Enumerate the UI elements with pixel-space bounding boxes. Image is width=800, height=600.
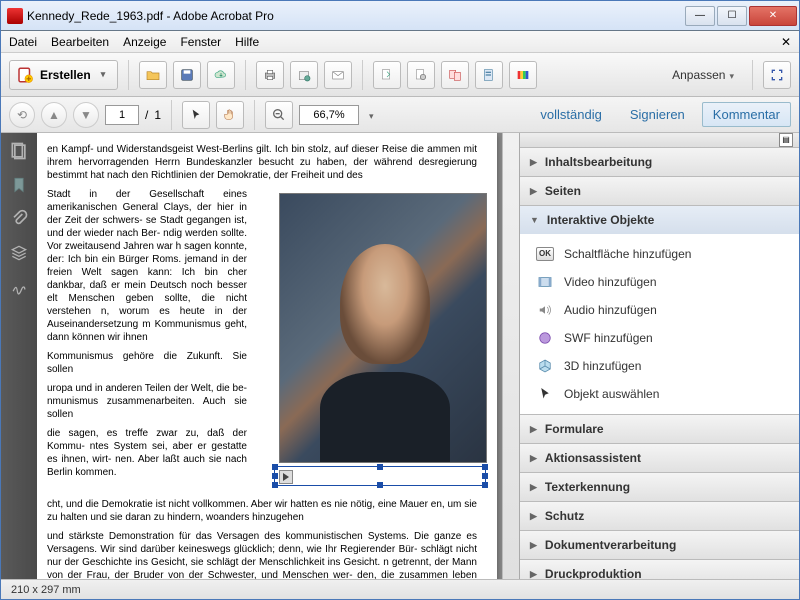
edit-pdf-button[interactable]: [407, 61, 435, 89]
minimize-button[interactable]: —: [685, 6, 715, 26]
select-object-item[interactable]: Objekt auswählen: [520, 380, 799, 408]
page-total: 1: [154, 108, 161, 122]
document-area[interactable]: en Kampf- und Widerstandsgeist West-Berl…: [37, 133, 519, 579]
window-title: Kennedy_Rede_1963.pdf - Adobe Acrobat Pr…: [27, 9, 685, 23]
panel-action-wizard[interactable]: ▶Aktionsassistent: [520, 444, 799, 472]
add-audio-item[interactable]: Audio hinzufügen: [520, 296, 799, 324]
nav-pane: [1, 133, 37, 579]
prev-view-button[interactable]: ⟲: [9, 102, 35, 128]
thumbnails-icon[interactable]: [9, 141, 29, 161]
pdf-page: en Kampf- und Widerstandsgeist West-Berl…: [37, 133, 497, 579]
close-button[interactable]: ✕: [749, 6, 797, 26]
maximize-button[interactable]: ☐: [717, 6, 747, 26]
export-button[interactable]: [373, 61, 401, 89]
save-button[interactable]: [173, 61, 201, 89]
bookmarks-icon[interactable]: [9, 175, 29, 195]
full-link[interactable]: vollständig: [529, 102, 612, 127]
cloud-button[interactable]: [207, 61, 235, 89]
fit-dropdown[interactable]: Anpassen: [672, 68, 734, 82]
paragraph: Kommunismus gehöre die Zukunft. Sie soll…: [47, 350, 247, 376]
vertical-scrollbar[interactable]: [502, 133, 519, 579]
multimedia-button[interactable]: [509, 61, 537, 89]
attachments-icon[interactable]: [9, 209, 29, 229]
main-toolbar: Erstellen Anpassen: [1, 53, 799, 97]
embedded-image: [279, 193, 487, 463]
select-tool-button[interactable]: [182, 101, 210, 129]
paragraph: Stadt in der Gesellschaft eines amerikan…: [47, 188, 247, 344]
pane-options-icon[interactable]: ▤: [779, 133, 793, 147]
panel-interactive-objects[interactable]: ▼Interaktive Objekte: [520, 206, 799, 234]
play-icon[interactable]: [279, 470, 293, 484]
panel-content-editing[interactable]: ▶Inhaltsbearbeitung: [520, 148, 799, 176]
panel-forms[interactable]: ▶Formulare: [520, 415, 799, 443]
add-video-item[interactable]: Video hinzufügen: [520, 268, 799, 296]
create-button[interactable]: Erstellen: [9, 60, 118, 90]
menu-view[interactable]: Anzeige: [123, 35, 166, 49]
paragraph: cht, und die Demokratie ist nicht vollko…: [47, 498, 477, 524]
open-button[interactable]: [139, 61, 167, 89]
sign-link[interactable]: Signieren: [619, 102, 696, 127]
cube-icon: [536, 357, 554, 375]
page-sep: /: [145, 108, 148, 122]
zoom-input[interactable]: [299, 105, 359, 125]
menu-file[interactable]: Datei: [9, 35, 37, 49]
panel-print-production[interactable]: ▶Druckproduktion: [520, 560, 799, 579]
paragraph: die sagen, es treffe zwar zu, daß der Ko…: [47, 427, 247, 479]
hand-tool-button[interactable]: [216, 101, 244, 129]
zoom-dropdown[interactable]: [365, 108, 374, 122]
panel-pages[interactable]: ▶Seiten: [520, 177, 799, 205]
doc-close-icon[interactable]: ✕: [781, 35, 791, 49]
menubar: Datei Bearbeiten Anzeige Fenster Hilfe ✕: [1, 31, 799, 53]
tools-pane: ▤ ▶Inhaltsbearbeitung ▶Seiten ▼Interakti…: [519, 133, 799, 579]
create-label: Erstellen: [40, 68, 91, 82]
app-icon: [7, 8, 23, 24]
selected-object[interactable]: [274, 466, 486, 486]
form-button[interactable]: [475, 61, 503, 89]
page-up-button[interactable]: ▲: [41, 102, 67, 128]
panel-protection[interactable]: ▶Schutz: [520, 502, 799, 530]
menu-window[interactable]: Fenster: [180, 35, 221, 49]
cursor-icon: [536, 385, 554, 403]
page-down-button[interactable]: ▼: [73, 102, 99, 128]
signatures-icon[interactable]: [9, 277, 29, 297]
zoom-out-button[interactable]: [265, 101, 293, 129]
add-3d-item[interactable]: 3D hinzufügen: [520, 352, 799, 380]
panel-doc-processing[interactable]: ▶Dokumentverarbeitung: [520, 531, 799, 559]
paragraph: und stärkste Demonstration für das Versa…: [47, 530, 477, 579]
paragraph: en Kampf- und Widerstandsgeist West-Berl…: [47, 143, 477, 182]
audio-icon: [536, 301, 554, 319]
print-button[interactable]: [256, 61, 284, 89]
comment-link[interactable]: Kommentar: [702, 102, 791, 127]
nav-toolbar: ⟲ ▲ ▼ / 1 vollständig Signieren Kommenta…: [1, 97, 799, 133]
fullscreen-button[interactable]: [763, 61, 791, 89]
add-swf-item[interactable]: SWF hinzufügen: [520, 324, 799, 352]
page-dimensions: 210 x 297 mm: [11, 584, 81, 596]
email-button[interactable]: [324, 61, 352, 89]
video-icon: [536, 273, 554, 291]
share-button[interactable]: [290, 61, 318, 89]
statusbar: 210 x 297 mm: [1, 579, 799, 599]
page-input[interactable]: [105, 105, 139, 125]
swf-icon: [536, 329, 554, 347]
menu-edit[interactable]: Bearbeiten: [51, 35, 109, 49]
combine-button[interactable]: [441, 61, 469, 89]
add-button-item[interactable]: OKSchaltfläche hinzufügen: [520, 240, 799, 268]
menu-help[interactable]: Hilfe: [235, 35, 259, 49]
panel-ocr[interactable]: ▶Texterkennung: [520, 473, 799, 501]
paragraph: uropa und in anderen Teilen der Welt, di…: [47, 382, 247, 421]
titlebar: Kennedy_Rede_1963.pdf - Adobe Acrobat Pr…: [1, 1, 799, 31]
layers-icon[interactable]: [9, 243, 29, 263]
